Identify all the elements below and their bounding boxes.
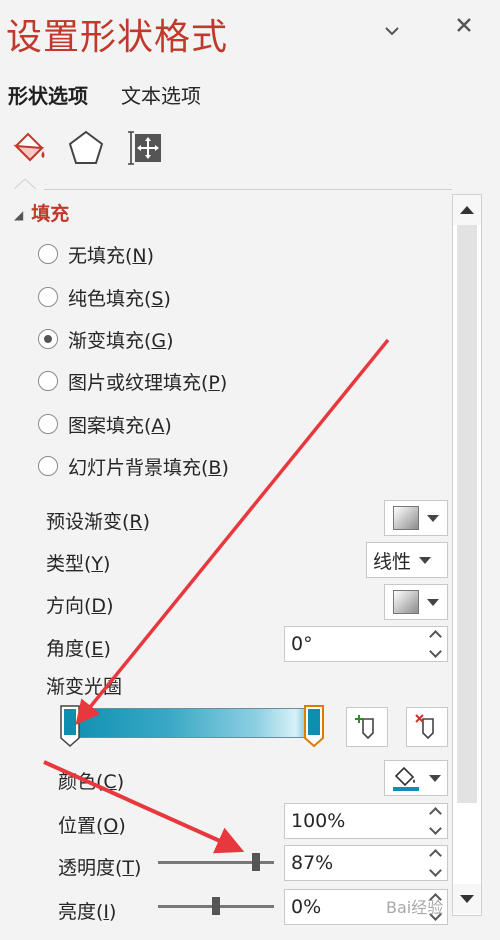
transparency-spinner[interactable]: 87% — [284, 845, 448, 881]
gradient-stop-right-selected[interactable] — [304, 704, 324, 748]
radio-button[interactable] — [38, 287, 58, 307]
triangle-up-icon — [460, 206, 474, 214]
spin-down-icon[interactable] — [428, 645, 442, 658]
vertical-scrollbar[interactable] — [452, 194, 482, 916]
triangle-down-icon — [460, 895, 474, 903]
radio-label: 纯色填充(S) — [68, 287, 171, 310]
chevron-down-icon — [427, 514, 439, 522]
position-label: 位置(O) — [58, 815, 126, 837]
color-label: 颜色(C) — [58, 771, 125, 793]
radio-label: 无填充(N) — [68, 244, 155, 267]
gradient-stop-left[interactable] — [60, 704, 80, 748]
transparency-slider-thumb[interactable] — [251, 853, 260, 871]
radio-button[interactable] — [38, 456, 58, 476]
add-stop-icon — [355, 715, 374, 740]
spin-down-icon[interactable] — [428, 822, 442, 835]
effects-pentagon-icon[interactable] — [66, 128, 106, 168]
brightness-label: 亮度(I) — [58, 901, 117, 923]
angle-spinner[interactable]: 0° — [284, 626, 448, 662]
watermark: Bai经验 — [386, 898, 444, 917]
transparency-value[interactable]: 87% — [285, 852, 423, 874]
radio-picture-texture-fill[interactable]: 图片或纹理填充(P) — [38, 365, 227, 397]
gradient-stops-bar[interactable] — [66, 708, 322, 738]
scrollbar-thumb[interactable] — [457, 225, 477, 803]
angle-label: 角度(E) — [46, 638, 111, 660]
gradient-swatch-icon — [393, 506, 419, 530]
spin-up-icon[interactable] — [428, 630, 442, 643]
radio-no-fill[interactable]: 无填充(N) — [38, 238, 154, 270]
type-dropdown[interactable]: 线性 — [366, 542, 448, 578]
direction-dropdown[interactable] — [384, 584, 448, 620]
scroll-down-button[interactable] — [453, 884, 481, 914]
scroll-up-button[interactable] — [453, 195, 481, 225]
fill-section-title: 填充 — [31, 203, 70, 225]
direction-label: 方向(D) — [46, 595, 114, 617]
position-value[interactable]: 100% — [285, 810, 423, 832]
spin-up-icon[interactable] — [428, 807, 442, 820]
pane-title: 设置形状格式 — [6, 17, 229, 58]
size-properties-icon[interactable] — [126, 128, 166, 168]
chevron-down-icon — [429, 774, 441, 782]
close-icon[interactable] — [455, 16, 473, 39]
add-gradient-stop-button[interactable] — [346, 707, 388, 747]
type-label: 类型(Y) — [46, 553, 111, 575]
active-tab-notch — [14, 178, 36, 190]
radio-slide-background-fill[interactable]: 幻灯片背景填充(B) — [38, 450, 229, 482]
collapse-triangle-icon: ◢ — [14, 207, 24, 222]
gradient-stops-label: 渐变光圈 — [46, 676, 123, 698]
tab-text-options[interactable]: 文本选项 — [121, 80, 201, 109]
radio-button-selected[interactable] — [38, 329, 58, 349]
type-value: 线性 — [373, 550, 412, 573]
transparency-label: 透明度(T) — [58, 857, 142, 879]
radio-button[interactable] — [38, 244, 58, 264]
radio-label: 图片或纹理填充(P) — [68, 371, 228, 394]
remove-gradient-stop-button[interactable] — [406, 707, 448, 747]
fill-line-icon[interactable] — [10, 128, 50, 168]
position-spinner[interactable]: 100% — [284, 803, 448, 839]
tab-shape-options[interactable]: 形状选项 — [8, 80, 88, 109]
brightness-slider-thumb[interactable] — [212, 897, 220, 915]
radio-label: 渐变填充(G) — [68, 329, 174, 352]
preset-gradient-dropdown[interactable] — [384, 500, 448, 536]
radio-button[interactable] — [38, 414, 58, 434]
spin-down-icon[interactable] — [428, 864, 442, 877]
gradient-swatch-icon — [393, 590, 419, 614]
paint-bucket-icon — [393, 766, 419, 791]
radio-button[interactable] — [38, 371, 58, 391]
color-dropdown[interactable] — [384, 760, 448, 796]
radio-label: 幻灯片背景填充(B) — [68, 456, 229, 479]
spin-up-icon[interactable] — [428, 849, 442, 862]
radio-gradient-fill[interactable]: 渐变填充(G) — [38, 323, 174, 355]
remove-stop-icon — [415, 714, 434, 740]
panel-divider — [44, 189, 452, 190]
chevron-down-icon — [419, 556, 432, 564]
radio-solid-fill[interactable]: 纯色填充(S) — [38, 281, 171, 313]
pane-options-chevron-icon[interactable] — [384, 20, 400, 42]
radio-label: 图案填充(A) — [68, 414, 172, 437]
angle-value[interactable]: 0° — [285, 633, 423, 655]
chevron-down-icon — [427, 598, 439, 606]
fill-section-header[interactable]: ◢ 填充 — [14, 199, 69, 226]
radio-pattern-fill[interactable]: 图案填充(A) — [38, 408, 172, 440]
preset-gradient-label: 预设渐变(R) — [46, 511, 151, 533]
